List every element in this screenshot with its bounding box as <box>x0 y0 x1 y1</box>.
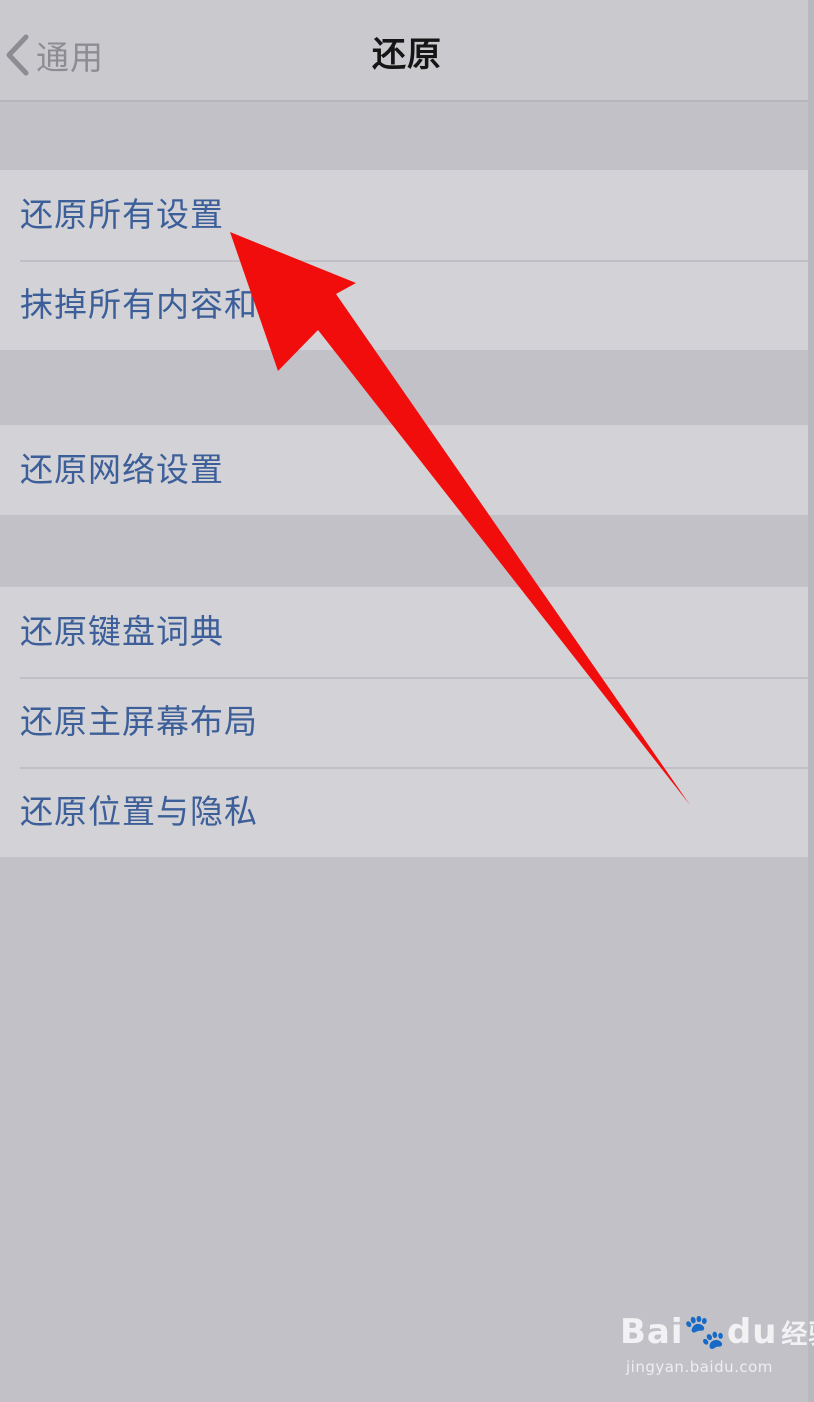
reset-group-2: 还原网络设置 <box>0 425 814 515</box>
baidu-watermark: Bai🐾du经验 jingyan.baidu.com <box>620 1312 814 1382</box>
reset-network-settings-row[interactable]: 还原网络设置 <box>0 425 814 515</box>
paw-icon: 🐾 <box>683 1312 727 1352</box>
screen-edge <box>808 0 814 1402</box>
reset-keyboard-dictionary-label: 还原键盘词典 <box>20 612 224 651</box>
watermark-logo-suffix: du <box>726 1312 778 1352</box>
erase-all-content-label: 抹掉所有内容和 <box>20 285 258 324</box>
reset-group-3: 还原键盘词典 还原主屏幕布局 还原位置与隐私 <box>0 587 814 857</box>
reset-home-screen-layout-label: 还原主屏幕布局 <box>20 702 258 741</box>
page-title: 还原 <box>372 35 442 75</box>
screen: 通用 还原 还原所有设置 抹掉所有内容和 还原网络设置 还原键盘词典 还原主屏幕… <box>0 0 814 1402</box>
reset-group-1: 还原所有设置 抹掉所有内容和 <box>0 170 814 350</box>
watermark-logo-text: Bai <box>620 1312 684 1352</box>
erase-all-content-row[interactable]: 抹掉所有内容和 <box>0 260 814 350</box>
reset-network-settings-label: 还原网络设置 <box>20 450 224 489</box>
reset-home-screen-layout-row[interactable]: 还原主屏幕布局 <box>0 677 814 767</box>
watermark-logo-cn: 经验 <box>781 1320 814 1350</box>
reset-location-privacy-row[interactable]: 还原位置与隐私 <box>0 767 814 857</box>
navigation-bar: 通用 还原 <box>0 0 814 102</box>
baidu-logo: Bai🐾du经验 <box>620 1312 814 1352</box>
reset-location-privacy-label: 还原位置与隐私 <box>20 792 258 831</box>
reset-keyboard-dictionary-row[interactable]: 还原键盘词典 <box>0 587 814 677</box>
reset-all-settings-label: 还原所有设置 <box>20 195 224 234</box>
reset-all-settings-row[interactable]: 还原所有设置 <box>0 170 814 260</box>
watermark-url: jingyan.baidu.com <box>626 1358 773 1376</box>
